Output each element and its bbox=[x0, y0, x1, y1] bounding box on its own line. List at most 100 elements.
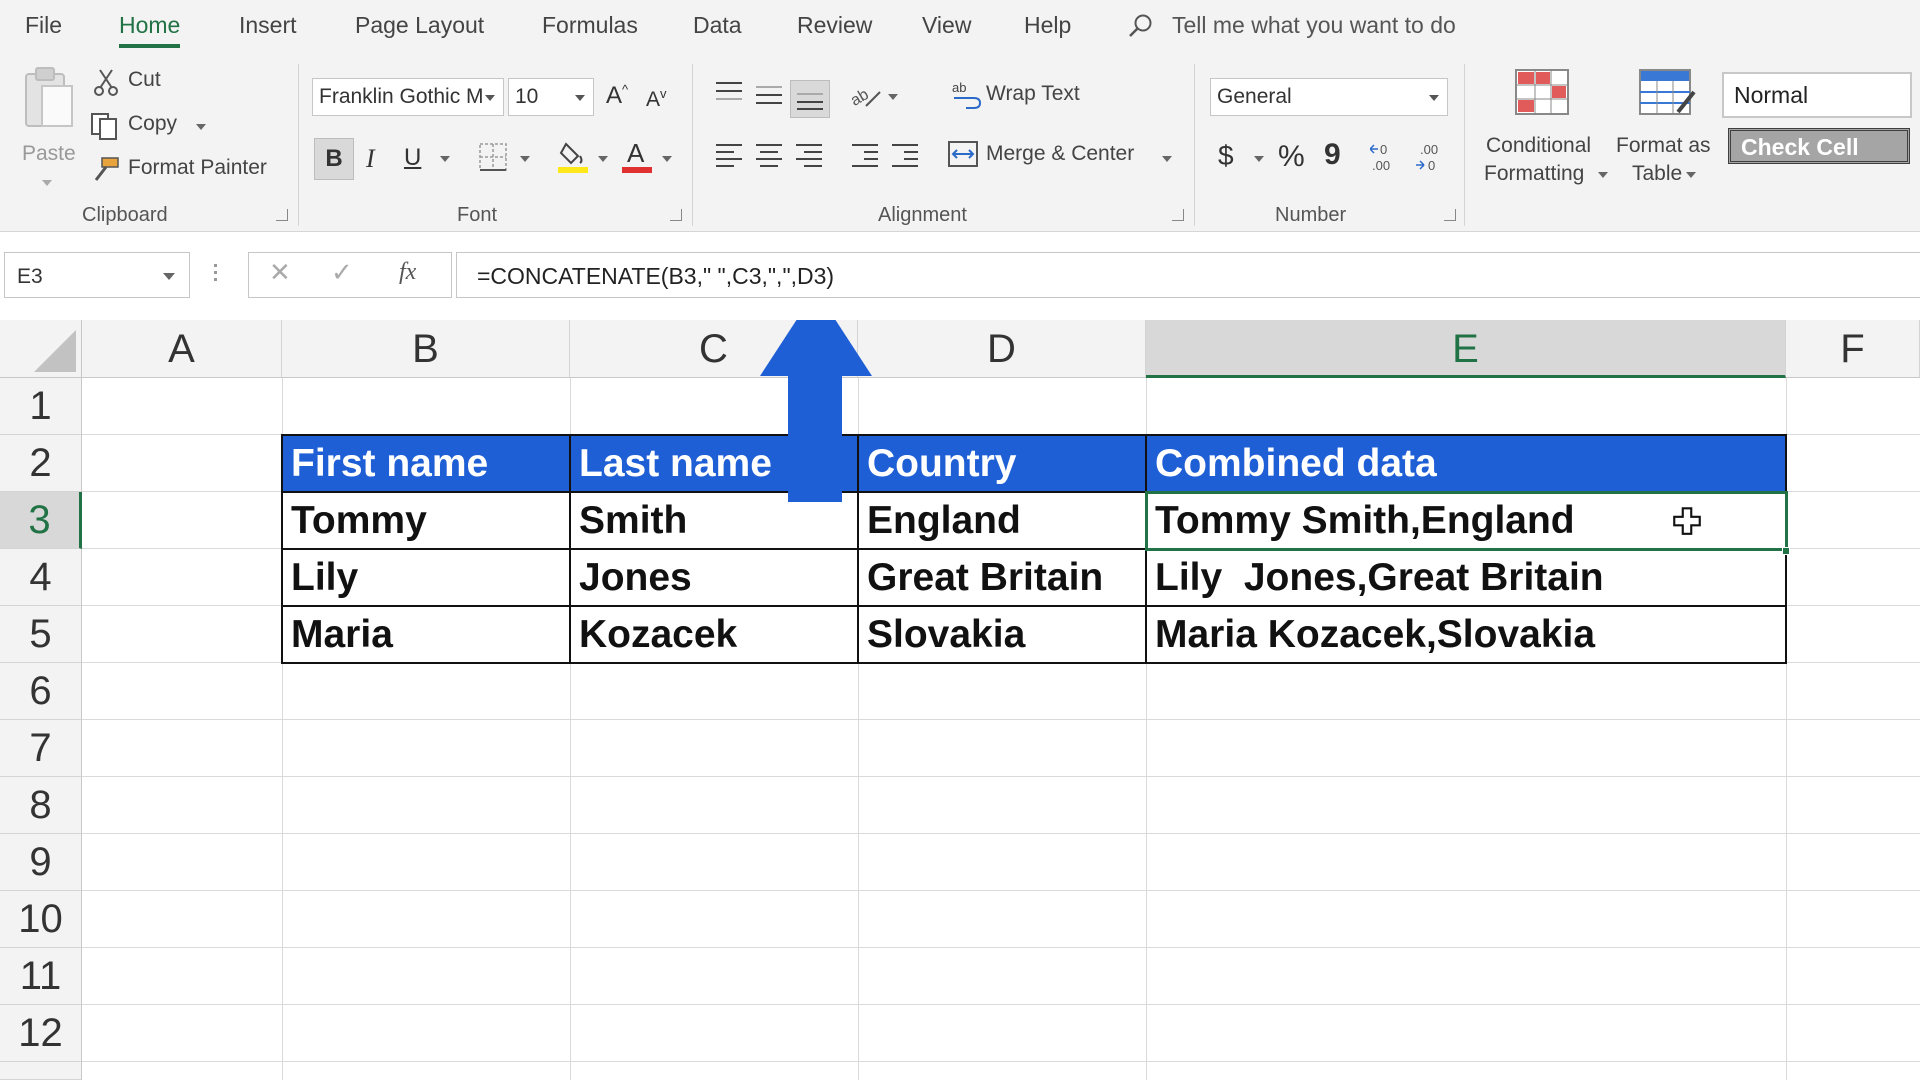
conditional-formatting-label-2: Formatting bbox=[1484, 162, 1585, 185]
underline-dropdown-icon[interactable] bbox=[440, 156, 450, 162]
font-color-icon[interactable]: A bbox=[622, 138, 654, 174]
worksheet-grid: A B C D E F 1 2 3 4 5 6 7 8 9 10 11 12 F… bbox=[0, 320, 1920, 1080]
annotation-arrow-icon bbox=[760, 320, 872, 502]
wrap-text-button[interactable]: ab Wrap Text bbox=[952, 78, 1132, 114]
orientation-icon[interactable]: ab bbox=[850, 80, 884, 110]
percent-button[interactable]: % bbox=[1278, 140, 1305, 174]
clipboard-launcher-icon[interactable] bbox=[276, 209, 288, 221]
merge-center-button[interactable]: Merge & Center bbox=[948, 138, 1178, 174]
svg-text:.00: .00 bbox=[1420, 142, 1438, 157]
enter-check-icon[interactable]: ✓ bbox=[331, 257, 353, 288]
style-check-cell[interactable]: Check Cell bbox=[1728, 128, 1910, 164]
style-normal-label: Normal bbox=[1734, 82, 1809, 108]
fill-color-dropdown-icon[interactable] bbox=[598, 156, 608, 162]
formula-bar-grip-icon[interactable] bbox=[214, 264, 218, 286]
tab-view[interactable]: View bbox=[922, 12, 971, 39]
fill-color-icon[interactable] bbox=[558, 138, 590, 174]
chevron-down-icon bbox=[1598, 172, 1608, 178]
wrap-text-icon: ab bbox=[952, 80, 982, 109]
tab-home[interactable]: Home bbox=[119, 12, 181, 48]
style-check-cell-label: Check Cell bbox=[1741, 134, 1859, 160]
number-launcher-icon[interactable] bbox=[1444, 209, 1456, 221]
number-format-select[interactable]: General bbox=[1210, 78, 1448, 116]
font-group-label: Font bbox=[457, 204, 498, 226]
number-group-label: Number bbox=[1275, 204, 1347, 226]
formula-input[interactable]: =CONCATENATE(B3," ",C3,",",D3) bbox=[456, 252, 1920, 298]
copy-label: Copy bbox=[128, 112, 178, 135]
paste-button[interactable]: Paste bbox=[20, 64, 78, 186]
shrink-font-button[interactable]: Av bbox=[646, 86, 667, 112]
top-align-icon[interactable] bbox=[716, 82, 742, 104]
separator bbox=[1194, 64, 1195, 226]
grow-font-button[interactable]: A^ bbox=[606, 82, 628, 110]
align-left-icon[interactable] bbox=[716, 144, 742, 167]
font-size-value: 10 bbox=[515, 85, 539, 108]
increase-decimal-icon[interactable]: 0.00 bbox=[1370, 140, 1404, 174]
svg-text:.00: .00 bbox=[1372, 158, 1390, 173]
cancel-icon[interactable]: ✕ bbox=[269, 257, 291, 288]
tab-review[interactable]: Review bbox=[797, 12, 872, 39]
cut-label: Cut bbox=[128, 68, 161, 91]
tab-data[interactable]: Data bbox=[693, 12, 742, 39]
format-painter-label: Format Painter bbox=[128, 156, 267, 179]
borders-dropdown-icon[interactable] bbox=[520, 156, 530, 162]
tab-file[interactable]: File bbox=[25, 12, 62, 39]
paste-dropdown-icon[interactable] bbox=[42, 180, 52, 186]
table-borders bbox=[281, 434, 1787, 664]
conditional-formatting-button[interactable]: Conditional Formatting bbox=[1476, 68, 1608, 208]
font-size-select[interactable]: 10 bbox=[508, 78, 594, 116]
currency-dropdown-icon[interactable] bbox=[1254, 156, 1264, 162]
borders-icon[interactable] bbox=[478, 142, 508, 172]
font-family-select[interactable]: Franklin Gothic M bbox=[312, 78, 504, 116]
cut-button[interactable]: Cut bbox=[94, 68, 214, 98]
format-painter-button[interactable]: Format Painter bbox=[90, 156, 280, 186]
orientation-dropdown-icon[interactable] bbox=[888, 94, 898, 100]
paintbrush-icon bbox=[94, 157, 119, 181]
shrink-font-label: A bbox=[646, 88, 661, 111]
tab-formulas[interactable]: Formulas bbox=[542, 12, 638, 39]
chevron-down-icon[interactable] bbox=[163, 273, 175, 280]
name-box[interactable]: E3 bbox=[4, 252, 190, 298]
formula-bar: E3 ✕ ✓ fx =CONCATENATE(B3," ",C3,",",D3) bbox=[0, 232, 1920, 320]
separator bbox=[692, 64, 693, 226]
decrease-indent-icon[interactable] bbox=[852, 144, 878, 167]
merge-icon bbox=[948, 141, 978, 167]
tell-me-search[interactable]: Tell me what you want to do bbox=[1128, 12, 1456, 39]
svg-text:ab: ab bbox=[952, 80, 966, 95]
fill-handle[interactable] bbox=[1782, 547, 1790, 555]
align-center-icon[interactable] bbox=[756, 144, 782, 167]
svg-text:0: 0 bbox=[1428, 158, 1435, 173]
paste-label: Paste bbox=[22, 142, 76, 165]
tab-help[interactable]: Help bbox=[1024, 12, 1071, 39]
bold-button[interactable]: B bbox=[314, 138, 354, 180]
menu-bar: File Home Insert Page Layout Formulas Da… bbox=[0, 0, 1920, 54]
wrap-text-label: Wrap Text bbox=[986, 82, 1080, 105]
format-as-table-button[interactable]: Format as Table bbox=[1614, 68, 1724, 208]
merge-dropdown-icon[interactable] bbox=[1162, 156, 1172, 162]
alignment-launcher-icon[interactable] bbox=[1172, 209, 1184, 221]
font-launcher-icon[interactable] bbox=[670, 209, 682, 221]
tab-insert[interactable]: Insert bbox=[239, 12, 297, 39]
separator bbox=[298, 64, 299, 226]
font-color-dropdown-icon[interactable] bbox=[662, 156, 672, 162]
tab-page-layout[interactable]: Page Layout bbox=[355, 12, 484, 39]
comma-style-button[interactable]: 9 bbox=[1324, 138, 1341, 172]
format-as-table-label-2: Table bbox=[1632, 162, 1683, 185]
increase-indent-icon[interactable] bbox=[892, 144, 918, 167]
copy-dropdown-icon[interactable] bbox=[196, 124, 206, 130]
name-box-value: E3 bbox=[17, 265, 43, 288]
alignment-group-label: Alignment bbox=[878, 204, 967, 226]
chevron-down-icon bbox=[485, 95, 495, 101]
bottom-align-button[interactable] bbox=[790, 80, 830, 118]
underline-button[interactable]: U bbox=[404, 144, 421, 172]
italic-button[interactable]: I bbox=[366, 144, 375, 174]
copy-button[interactable]: Copy bbox=[90, 112, 220, 142]
align-right-icon[interactable] bbox=[796, 144, 822, 167]
style-normal[interactable]: Normal bbox=[1722, 72, 1912, 118]
insert-function-icon[interactable]: fx bbox=[399, 259, 416, 286]
format-as-table-label-1: Format as bbox=[1616, 134, 1711, 157]
copy-icon bbox=[91, 113, 117, 140]
decrease-decimal-icon[interactable]: .000 bbox=[1414, 140, 1448, 174]
middle-align-icon[interactable] bbox=[756, 86, 782, 108]
currency-button[interactable]: $ bbox=[1218, 140, 1234, 172]
